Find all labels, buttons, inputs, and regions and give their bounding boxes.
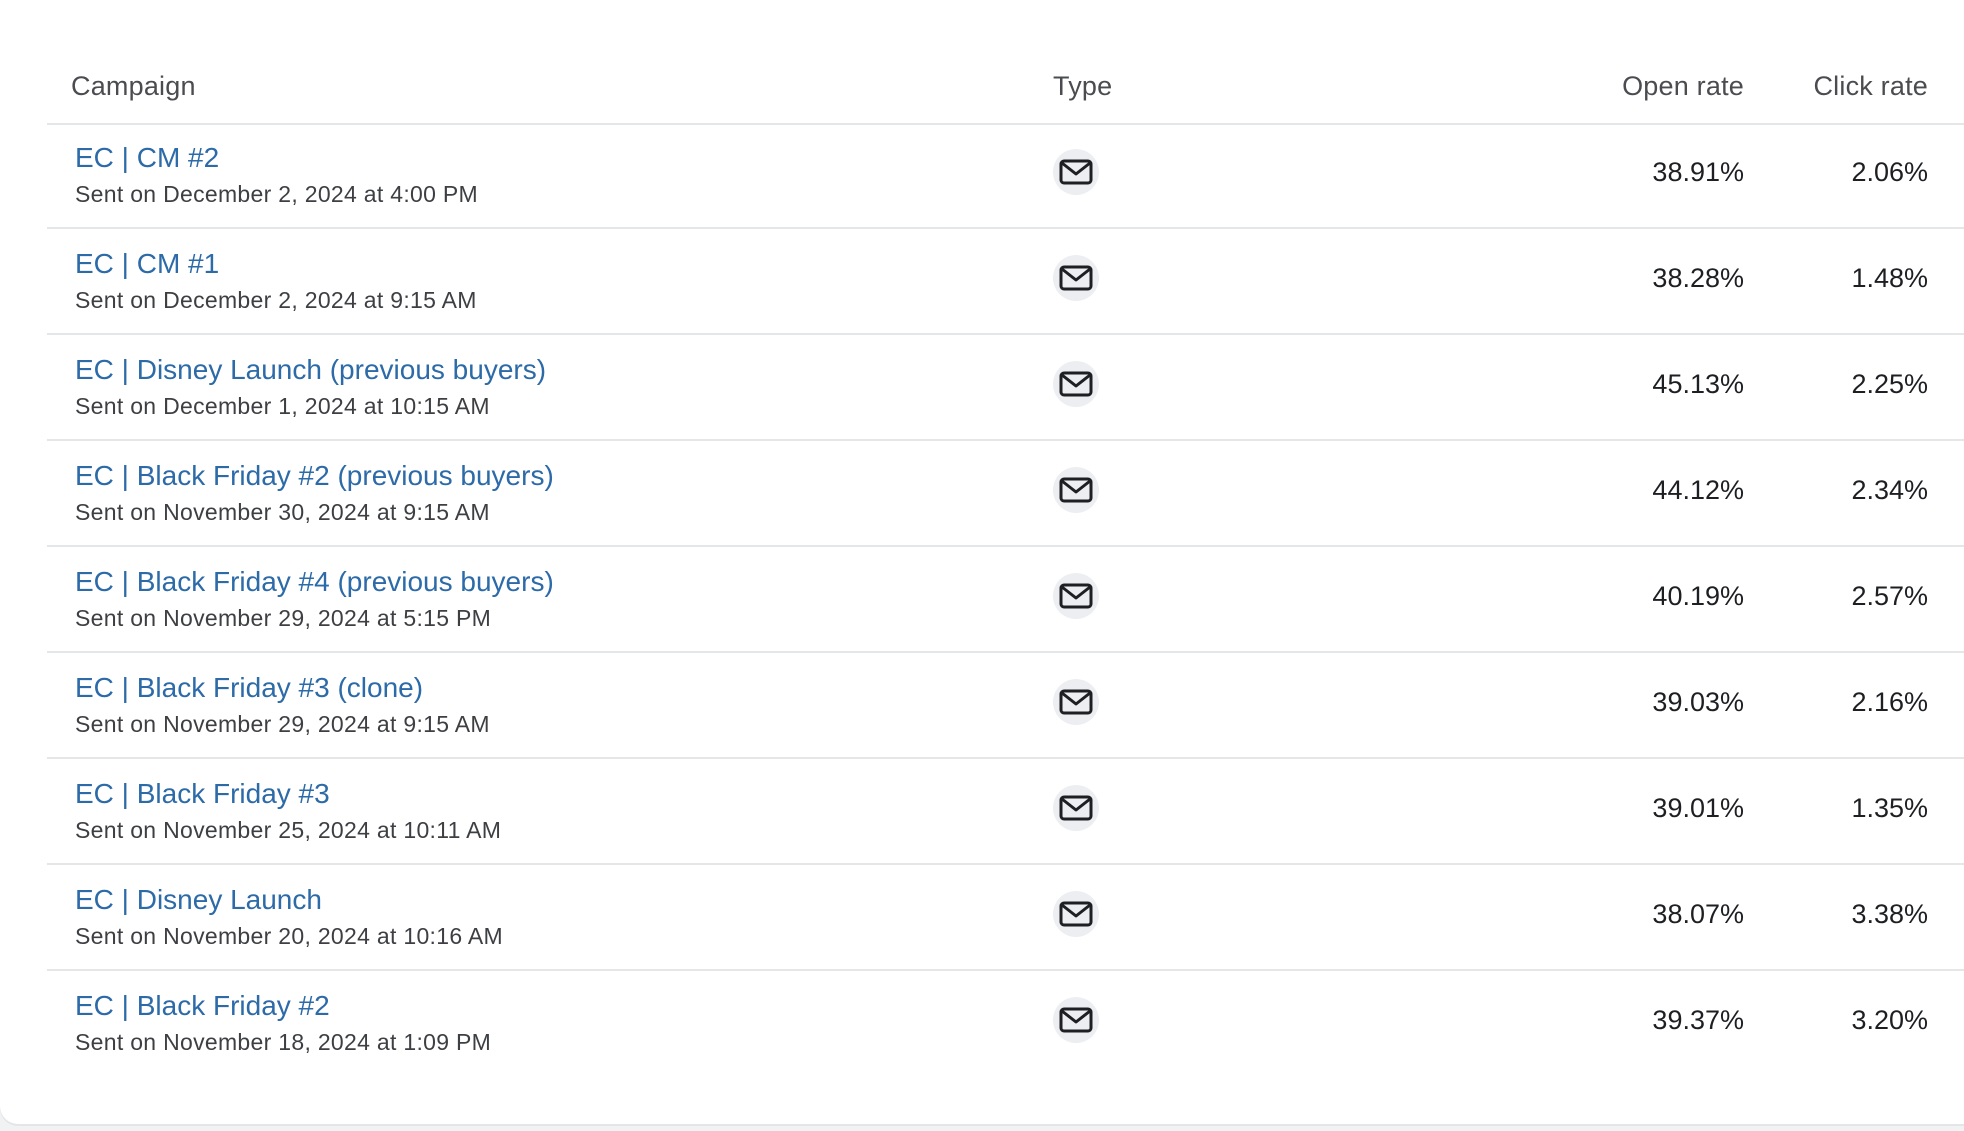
campaign-link[interactable]: EC | CM #1 (75, 248, 219, 280)
table-row: EC | CM #1 Sent on December 2, 2024 at 9… (47, 229, 1964, 335)
sent-date: Sent on November 29, 2024 at 5:15 PM (75, 605, 492, 631)
sent-date: Sent on December 2, 2024 at 4:00 PM (75, 181, 479, 207)
table-row: EC | Black Friday #3 (clone) Sent on Nov… (47, 653, 1964, 759)
table-row: EC | Disney Launch (previous buyers) Sen… (47, 335, 1964, 441)
mail-icon (1053, 467, 1099, 513)
campaign-table-card: Campaign Type Open rate Click rate EC | … (0, 0, 1964, 1124)
open-rate-value: 39.03% (1652, 687, 1744, 717)
click-rate-value: 3.20% (1851, 1005, 1928, 1035)
click-rate-value: 3.38% (1851, 899, 1928, 929)
click-rate-value: 2.06% (1851, 157, 1928, 187)
campaign-link[interactable]: EC | Black Friday #2 (previous buyers) (75, 460, 554, 492)
campaign-link[interactable]: EC | Disney Launch (75, 884, 322, 916)
campaign-link[interactable]: EC | Black Friday #2 (75, 990, 330, 1022)
mail-icon (1053, 997, 1099, 1043)
mail-icon (1053, 679, 1099, 725)
open-rate-value: 44.12% (1652, 475, 1744, 505)
sent-date: Sent on December 2, 2024 at 9:15 AM (75, 287, 477, 313)
sent-date: Sent on November 18, 2024 at 1:09 PM (75, 1029, 492, 1055)
mail-icon (1053, 361, 1099, 407)
click-rate-value: 1.48% (1851, 263, 1928, 293)
click-rate-value: 2.57% (1851, 581, 1928, 611)
table-row: EC | Disney Launch Sent on November 20, … (47, 865, 1964, 971)
open-rate-value: 38.28% (1652, 263, 1744, 293)
click-rate-value: 1.35% (1851, 793, 1928, 823)
table-body: EC | CM #2 Sent on December 2, 2024 at 4… (47, 123, 1964, 1075)
mail-icon (1053, 149, 1099, 195)
open-rate-value: 38.91% (1652, 157, 1744, 187)
table-row: EC | Black Friday #2 (previous buyers) S… (47, 441, 1964, 547)
table-row: EC | CM #2 Sent on December 2, 2024 at 4… (47, 123, 1964, 229)
mail-icon (1053, 785, 1099, 831)
column-header-campaign[interactable]: Campaign (71, 71, 196, 102)
campaign-link[interactable]: EC | Disney Launch (previous buyers) (75, 354, 546, 386)
click-rate-value: 2.25% (1851, 369, 1928, 399)
open-rate-value: 39.37% (1652, 1005, 1744, 1035)
open-rate-value: 45.13% (1652, 369, 1744, 399)
campaign-link[interactable]: EC | CM #2 (75, 142, 219, 174)
sent-date: Sent on November 30, 2024 at 9:15 AM (75, 499, 490, 525)
open-rate-value: 40.19% (1652, 581, 1744, 611)
table-row: EC | Black Friday #2 Sent on November 18… (47, 971, 1964, 1075)
click-rate-value: 2.34% (1851, 475, 1928, 505)
sent-date: Sent on November 25, 2024 at 10:11 AM (75, 817, 502, 843)
sent-date: Sent on November 29, 2024 at 9:15 AM (75, 711, 490, 737)
column-header-type[interactable]: Type (1053, 71, 1112, 102)
mail-icon (1053, 891, 1099, 937)
open-rate-value: 38.07% (1652, 899, 1744, 929)
campaign-link[interactable]: EC | Black Friday #4 (previous buyers) (75, 566, 554, 598)
campaign-link[interactable]: EC | Black Friday #3 (clone) (75, 672, 423, 704)
column-header-click-rate[interactable]: Click rate (1813, 71, 1928, 102)
table-row: EC | Black Friday #3 Sent on November 25… (47, 759, 1964, 865)
table-header: Campaign Type Open rate Click rate (47, 62, 1964, 125)
sent-date: Sent on December 1, 2024 at 10:15 AM (75, 393, 490, 419)
mail-icon (1053, 573, 1099, 619)
click-rate-value: 2.16% (1851, 687, 1928, 717)
table-row: EC | Black Friday #4 (previous buyers) S… (47, 547, 1964, 653)
mail-icon (1053, 255, 1099, 301)
open-rate-value: 39.01% (1652, 793, 1744, 823)
sent-date: Sent on November 20, 2024 at 10:16 AM (75, 923, 503, 949)
campaign-link[interactable]: EC | Black Friday #3 (75, 778, 330, 810)
column-header-open-rate[interactable]: Open rate (1622, 71, 1744, 102)
